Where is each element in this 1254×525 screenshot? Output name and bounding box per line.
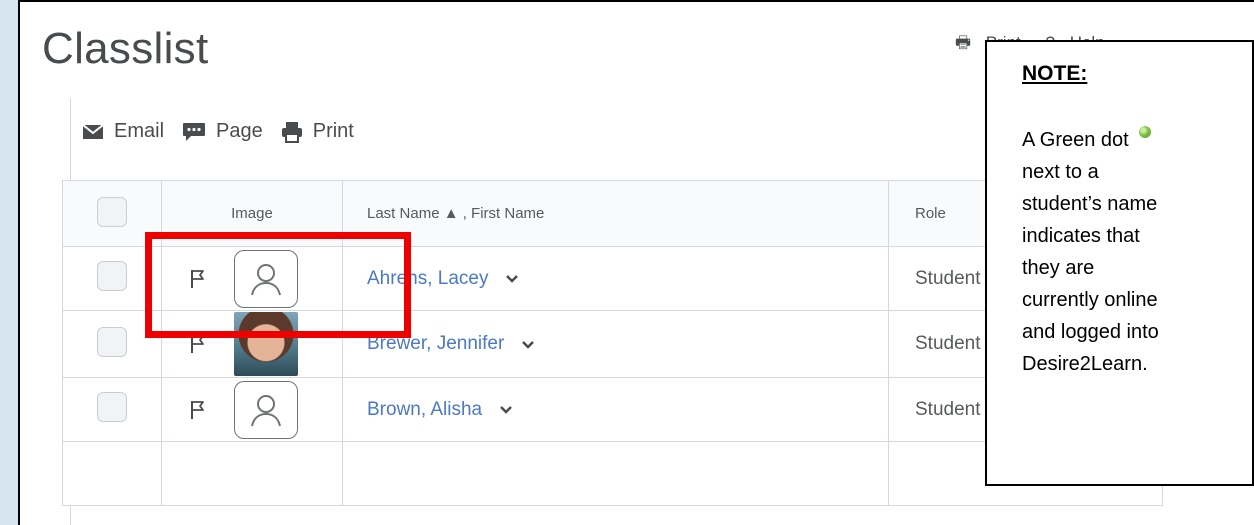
- page-label: Page: [216, 120, 263, 142]
- name-cell: Brown, Alisha: [342, 377, 889, 442]
- email-label: Email: [114, 120, 165, 142]
- online-status-icon: [1138, 126, 1151, 138]
- printer-icon: [281, 121, 302, 143]
- row-checkbox[interactable]: [97, 392, 127, 422]
- printer-icon: 🖶: [955, 33, 972, 52]
- student-name-link[interactable]: Brown, Alisha: [367, 399, 482, 420]
- note-line: student’s name: [1022, 193, 1158, 215]
- note-callout: NOTE: A Green dot next to a student’s na…: [985, 40, 1254, 486]
- chevron-down-icon[interactable]: [499, 405, 513, 415]
- page-button[interactable]: Page: [182, 120, 263, 143]
- image-highlight-box: [145, 232, 411, 338]
- name-column-header[interactable]: Last Name ▲ , First Name: [342, 180, 889, 247]
- print-button[interactable]: Print: [281, 120, 354, 143]
- default-avatar-icon: [234, 380, 298, 439]
- note-line: currently online: [1022, 289, 1158, 311]
- note-line: and logged into: [1022, 321, 1159, 343]
- email-button[interactable]: Email: [82, 120, 164, 143]
- toolbar: Email Page Print: [82, 120, 372, 143]
- note-line: they are: [1022, 257, 1095, 279]
- note-heading: NOTE:: [1022, 62, 1088, 85]
- flag-icon[interactable]: [190, 400, 206, 420]
- row-checkbox[interactable]: [97, 326, 127, 357]
- note-line: Desire2Learn.: [1022, 353, 1148, 375]
- chevron-down-icon[interactable]: [521, 340, 535, 350]
- page-title: Classlist: [42, 24, 209, 73]
- chat-bubble-icon: [183, 122, 206, 141]
- image-cell: [161, 377, 343, 442]
- note-text: A Green dot next to a student’s name ind…: [1022, 124, 1238, 380]
- chevron-down-icon[interactable]: [505, 274, 519, 284]
- envelope-icon: [82, 123, 104, 139]
- row-checkbox[interactable]: [97, 261, 127, 291]
- note-line: A Green dot: [1022, 129, 1129, 151]
- select-all-checkbox[interactable]: [97, 196, 127, 227]
- note-line: next to a: [1022, 161, 1099, 183]
- name-cell: Ahrens, Lacey: [342, 246, 889, 311]
- row-select-cell: [62, 377, 162, 442]
- name-cell: Brewer, Jennifer: [342, 310, 889, 378]
- note-line: indicates that: [1022, 225, 1140, 247]
- print-label: Print: [312, 120, 354, 142]
